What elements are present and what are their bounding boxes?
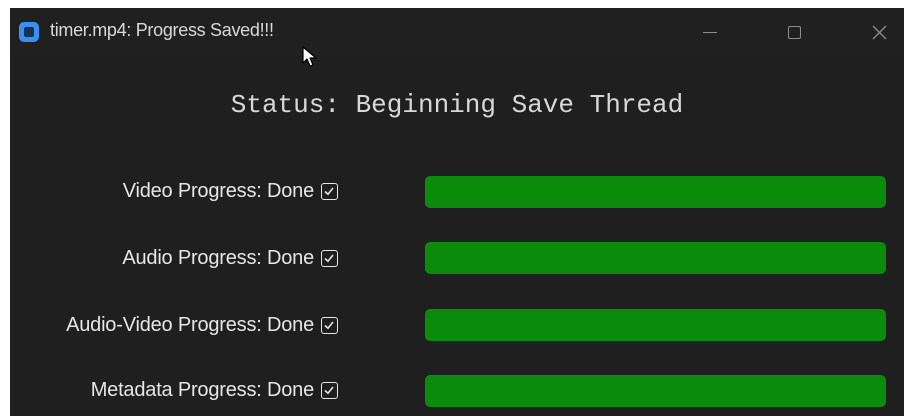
audio-video-progress-bar <box>425 309 886 341</box>
checkbox-checked-icon <box>321 250 338 267</box>
minimize-button[interactable] <box>687 8 733 56</box>
progress-fill <box>425 375 886 407</box>
checkbox-checked-icon <box>321 317 338 334</box>
metadata-progress-bar <box>425 375 886 407</box>
mouse-cursor-icon <box>302 46 317 67</box>
checkbox-checked-icon <box>321 382 338 399</box>
close-button[interactable] <box>856 8 902 56</box>
audio-progress-bar <box>425 242 886 274</box>
row-audio-video-progress: Audio-Video Progress: Done <box>66 314 338 337</box>
minimize-icon <box>703 31 717 33</box>
checkbox-checked-icon <box>321 183 338 200</box>
maximize-button[interactable] <box>771 8 817 56</box>
progress-fill <box>425 176 886 208</box>
maximize-icon <box>787 25 801 39</box>
row-metadata-progress: Metadata Progress: Done <box>91 379 338 402</box>
close-icon <box>872 25 886 39</box>
video-progress-bar <box>425 176 886 208</box>
app-window-icon <box>19 22 39 42</box>
window-title: timer.mp4: Progress Saved!!! <box>50 20 274 40</box>
row-label: Video Progress: Done <box>122 180 315 202</box>
status-text: Status: Beginning Save Thread <box>230 90 684 120</box>
row-video-progress: Video Progress: Done <box>123 180 338 203</box>
row-label: Audio-Video Progress: Done <box>66 314 314 336</box>
row-label: Audio Progress: Done <box>122 247 314 269</box>
app-window: timer.mp4: Progress Saved!!! Status: Beg… <box>10 8 904 416</box>
progress-fill <box>425 309 886 341</box>
progress-fill <box>425 242 886 274</box>
title-bar[interactable]: timer.mp4: Progress Saved!!! <box>10 8 904 56</box>
row-audio-progress: Audio Progress: Done <box>122 247 338 270</box>
row-label: Metadata Progress: Done <box>90 379 315 401</box>
